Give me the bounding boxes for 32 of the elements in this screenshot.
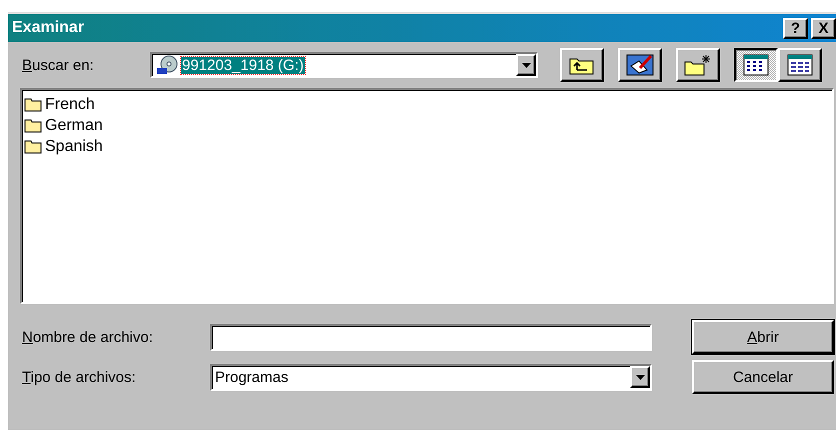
folder-icon [24,139,42,154]
folder-icon [24,118,42,133]
cd-drive-icon [156,55,178,75]
folder-name[interactable]: Spanish [45,138,103,156]
folder-icon [24,97,42,112]
look-in-value: 991203_1918 (G:) [181,56,305,74]
up-button[interactable] [560,48,604,82]
caret-icon [522,62,530,68]
list-view-icon [743,54,769,76]
folder-name[interactable]: German [45,116,103,134]
desktop-icon [626,54,654,76]
close-button[interactable]: X [811,18,836,38]
look-in-dropdown[interactable]: 991203_1918 (G:) [150,52,538,78]
window-title: Examinar [12,19,86,37]
dropdown-button[interactable] [516,54,536,76]
desktop-button[interactable] [618,48,662,82]
list-view-button[interactable] [734,48,778,82]
file-name-field[interactable] [210,324,652,350]
folder-name[interactable]: French [45,96,95,114]
file-type-label: Tipo de archivos: [22,368,137,386]
help-button[interactable]: ? [783,18,808,38]
cancel-button[interactable]: Cancelar [692,360,834,394]
caret-icon [636,374,644,380]
dropdown-button[interactable] [630,366,650,388]
details-view-button[interactable] [778,48,822,82]
file-name-label: Nombre de archivo: [22,328,154,346]
open-button[interactable]: Abrir [692,320,834,354]
new-folder-button[interactable] [676,48,720,82]
file-type-dropdown[interactable]: Programas [210,364,652,390]
look-in-label: Buscar en: [22,56,95,74]
details-view-icon [787,54,813,76]
new-folder-icon [684,54,712,76]
